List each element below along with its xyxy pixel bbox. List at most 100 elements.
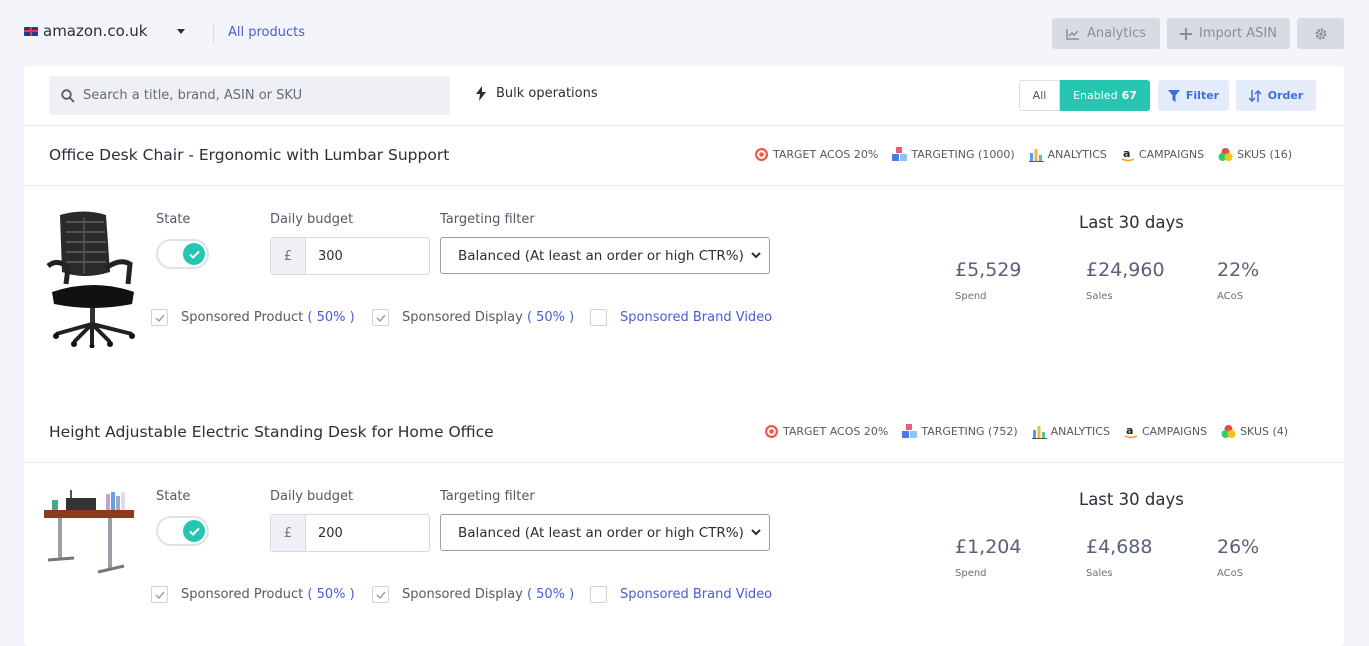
targeting-label: TARGETING (1000): [911, 148, 1015, 161]
acos-label: ACoS: [1217, 291, 1244, 302]
bar-chart-icon: [1028, 149, 1044, 162]
check-icon: [188, 527, 200, 536]
targeting-label: TARGETING (752): [921, 425, 1018, 438]
product-title[interactable]: Height Adjustable Electric Standing Desk…: [49, 423, 494, 441]
sales-value: £24,960: [1086, 259, 1165, 281]
targeting-link[interactable]: TARGETING (752): [902, 424, 1018, 439]
search-input[interactable]: [83, 88, 423, 103]
sales-label: Sales: [1086, 291, 1113, 302]
sponsored-display-checkbox[interactable]: Sponsored Display ( 50% ): [372, 586, 574, 603]
sponsored-display-pct: ( 50% ): [526, 587, 575, 602]
daily-budget-label: Daily budget: [270, 212, 354, 227]
product-image-desk[interactable]: [44, 486, 140, 576]
sponsored-brand-video-label: Sponsored Brand Video: [620, 310, 773, 325]
analytics-button[interactable]: Analytics: [1052, 18, 1160, 49]
product-image-chair[interactable]: [44, 208, 144, 348]
check-icon: [155, 314, 165, 322]
chart-icon: [1066, 28, 1079, 40]
sponsored-display-label: Sponsored Display: [402, 310, 523, 325]
state-toggle[interactable]: [156, 516, 209, 546]
check-icon: [155, 591, 165, 599]
enabled-label: Enabled: [1073, 89, 1118, 102]
sponsored-product-checkbox[interactable]: Sponsored Product ( 50% ): [151, 309, 355, 326]
sponsored-brand-video-checkbox[interactable]: Sponsored Brand Video: [590, 586, 772, 603]
targeting-link[interactable]: TARGETING (1000): [892, 147, 1015, 162]
target-icon: [765, 425, 778, 438]
checkbox-box: [372, 586, 389, 603]
import-asin-button[interactable]: Import ASIN: [1167, 18, 1290, 49]
campaigns-link[interactable]: a CAMPAIGNS: [1121, 147, 1204, 162]
amazon-icon: a: [1124, 424, 1138, 439]
targeting-filter-select[interactable]: Balanced (At least an order or high CTR%…: [440, 237, 770, 274]
enabled-count: 67: [1121, 89, 1137, 102]
sales-value: £4,688: [1086, 536, 1153, 558]
divider: [24, 185, 1344, 186]
sales-metric: £4,688 Sales: [1086, 536, 1152, 579]
filter-label: Filter: [1185, 89, 1220, 102]
filter-all-button[interactable]: All: [1019, 80, 1060, 111]
marketplace-selector[interactable]: amazon.co.uk: [24, 22, 186, 40]
sponsored-display-label: Sponsored Display: [402, 587, 523, 602]
settings-button[interactable]: [1297, 18, 1344, 49]
sponsored-brand-video-checkbox[interactable]: Sponsored Brand Video: [590, 309, 772, 326]
dots-cluster-icon: [1218, 148, 1233, 161]
sponsored-product-pct: ( 50% ): [307, 310, 355, 325]
search-icon: [61, 88, 75, 103]
campaigns-link[interactable]: a CAMPAIGNS: [1124, 424, 1207, 439]
analytics-link[interactable]: ANALYTICS: [1031, 424, 1110, 439]
plus-icon: [1180, 27, 1192, 40]
toggle-knob: [183, 243, 205, 265]
spend-metric: £5,529 Spend: [955, 259, 1021, 302]
target-acos-link[interactable]: TARGET ACOS 20%: [754, 147, 878, 162]
funnel-icon: [1167, 89, 1180, 102]
sales-metric: £24,960 Sales: [1086, 259, 1165, 302]
targeting-filter-value: Balanced (At least an order or high CTR%…: [458, 247, 744, 264]
sponsored-brand-video-label: Sponsored Brand Video: [620, 587, 773, 602]
dots-cluster-icon: [1221, 425, 1236, 438]
daily-budget-field: £: [270, 514, 430, 552]
checkbox-box: [151, 309, 168, 326]
svg-text:a: a: [1123, 147, 1130, 160]
daily-budget-input[interactable]: [306, 238, 426, 274]
checkbox-box: [590, 586, 607, 603]
products-panel: Bulk operations All Enabled67 Filter Ord…: [24, 66, 1344, 646]
checkbox-box: [151, 586, 168, 603]
skus-link[interactable]: SKUS (16): [1218, 147, 1292, 162]
daily-budget-input[interactable]: [306, 515, 426, 551]
sponsored-display-checkbox[interactable]: Sponsored Display ( 50% ): [372, 309, 574, 326]
bulk-operations-button[interactable]: Bulk operations: [476, 86, 598, 101]
spend-label: Spend: [955, 291, 987, 302]
check-icon: [376, 314, 386, 322]
targeting-filter-select[interactable]: Balanced (At least an order or high CTR%…: [440, 514, 770, 551]
product-title[interactable]: Office Desk Chair - Ergonomic with Lumba…: [49, 146, 449, 164]
chevron-down-icon: [177, 28, 186, 34]
sponsored-product-checkbox[interactable]: Sponsored Product ( 50% ): [151, 586, 355, 603]
order-button[interactable]: Order: [1236, 80, 1316, 111]
last-30-days-heading: Last 30 days: [1079, 213, 1184, 232]
search-box[interactable]: [49, 76, 450, 115]
filter-button[interactable]: Filter: [1158, 80, 1229, 111]
analytics-tag-label: ANALYTICS: [1047, 148, 1107, 161]
blocks-icon: [892, 147, 908, 161]
toggle-knob: [183, 520, 205, 542]
target-acos-label: TARGET ACOS 20%: [773, 148, 879, 161]
targeting-filter-value: Balanced (At least an order or high CTR%…: [458, 524, 744, 541]
state-label: State: [156, 489, 191, 504]
svg-text:a: a: [1126, 424, 1133, 437]
bulk-label: Bulk operations: [496, 86, 598, 101]
target-acos-link[interactable]: TARGET ACOS 20%: [764, 424, 888, 439]
divider: [24, 462, 1344, 463]
all-products-link[interactable]: All products: [228, 25, 305, 40]
skus-link[interactable]: SKUS (4): [1221, 424, 1288, 439]
blocks-icon: [902, 424, 918, 438]
chevron-down-icon: [751, 252, 761, 259]
targeting-filter-label: Targeting filter: [440, 212, 535, 227]
state-toggle[interactable]: [156, 239, 209, 269]
analytics-link[interactable]: ANALYTICS: [1028, 147, 1107, 162]
product-tags: TARGET ACOS 20% TARGETING (1000) ANALYTI…: [754, 147, 1292, 162]
target-acos-label: TARGET ACOS 20%: [783, 425, 889, 438]
filter-enabled-button[interactable]: Enabled 67: [1060, 80, 1150, 111]
divider: [24, 125, 1344, 126]
import-label: Import ASIN: [1199, 26, 1277, 41]
target-icon: [755, 148, 768, 161]
